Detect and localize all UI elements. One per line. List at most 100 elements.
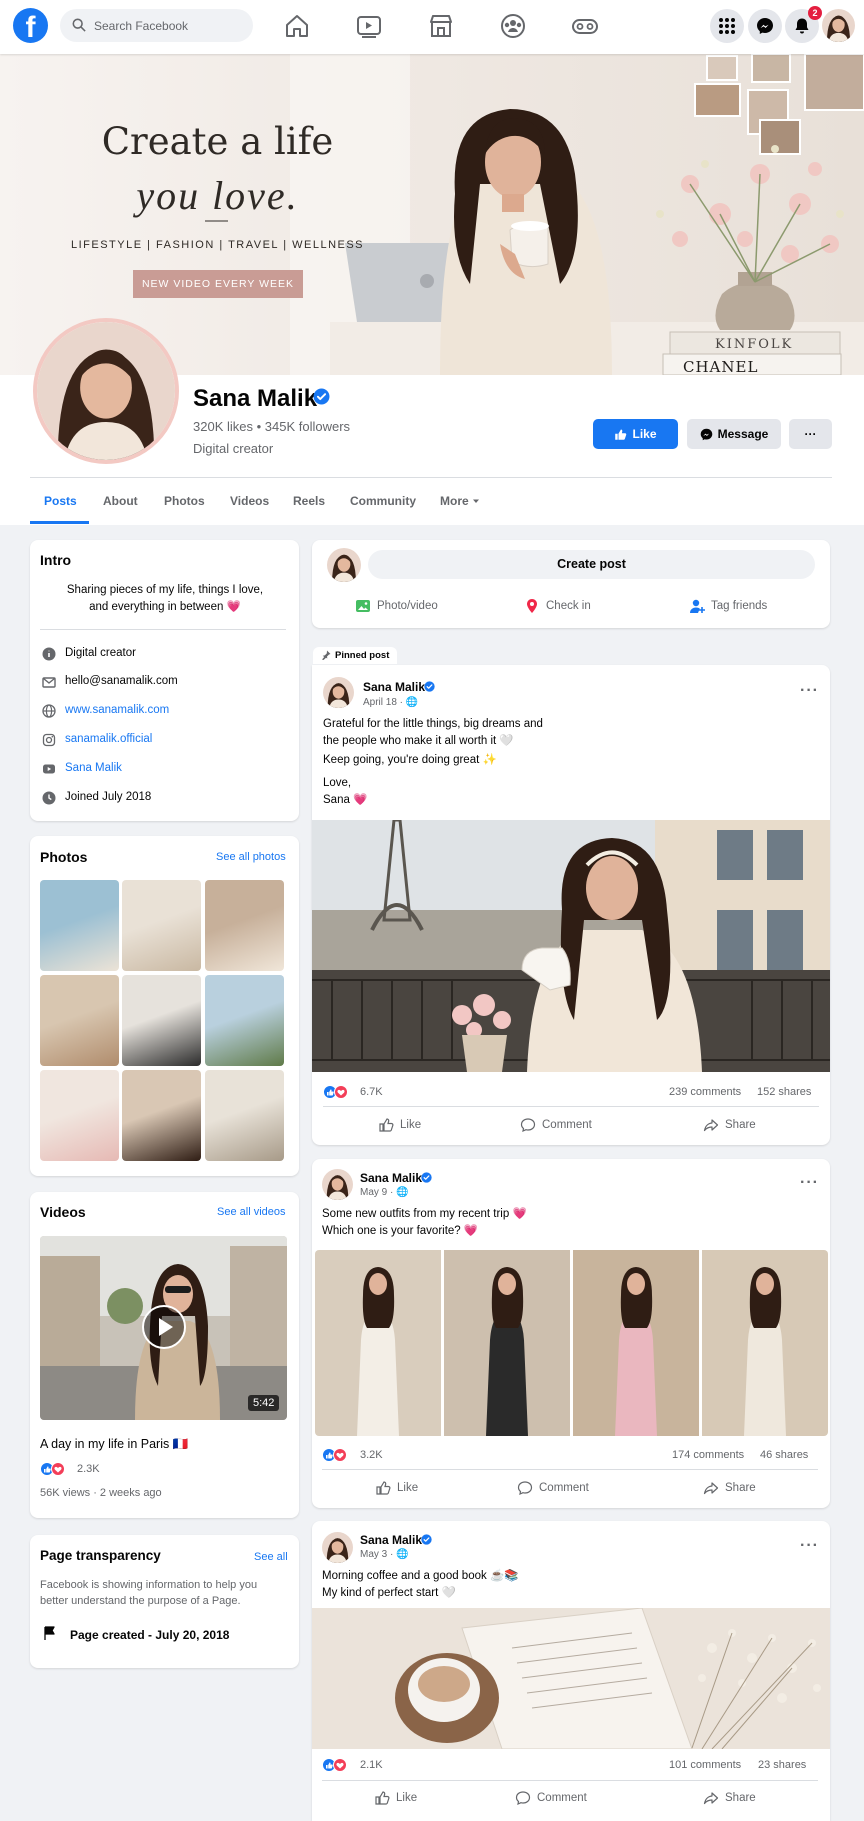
comment-button[interactable]: Comment <box>520 1117 592 1133</box>
intro-instagram-link[interactable]: sanamalik.official <box>42 733 282 749</box>
facebook-logo[interactable]: f <box>13 8 48 43</box>
video-icon[interactable] <box>354 12 384 40</box>
post-image[interactable] <box>312 820 830 1072</box>
post-author-avatar[interactable] <box>322 1532 353 1563</box>
see-all-transparency-link[interactable]: See all <box>254 1551 288 1563</box>
tab-photos[interactable]: Photos <box>164 494 205 508</box>
intro-divider <box>40 629 286 630</box>
marketplace-icon[interactable] <box>426 12 456 40</box>
intro-email[interactable]: hello@sanamalik.com <box>42 675 282 691</box>
share-icon <box>703 1117 719 1133</box>
like-button[interactable]: Like <box>378 1117 421 1133</box>
see-all-photos-link[interactable]: See all photos <box>216 851 286 863</box>
more-options-button[interactable]: ··· <box>789 419 832 449</box>
create-post-button[interactable]: Create post <box>368 550 815 579</box>
book-chanel: CHANEL <box>683 358 758 375</box>
tag-friends-button[interactable]: Tag friends <box>689 598 799 614</box>
verified-badge-icon <box>424 681 435 692</box>
book-kinfolk: KINFOLK <box>715 337 793 352</box>
like-button[interactable]: Like <box>374 1790 417 1806</box>
comment-count[interactable]: 101 comments <box>669 1759 741 1771</box>
reaction-count[interactable]: 2.1K <box>360 1759 383 1771</box>
like-icon <box>374 1790 390 1806</box>
post-author-name[interactable]: Sana Malik <box>363 680 425 694</box>
photo-thumbnail[interactable] <box>122 975 201 1066</box>
notification-badge: 2 <box>808 6 822 20</box>
check-in-button[interactable]: Check in <box>524 598 624 614</box>
gaming-icon[interactable] <box>570 12 600 40</box>
video-caption[interactable]: A day in my life in Paris 🇫🇷 <box>40 1437 188 1452</box>
intro-title: Intro <box>40 552 72 568</box>
reaction-count[interactable]: 6.7K <box>360 1086 383 1098</box>
reaction-count[interactable]: 3.2K <box>360 1449 383 1461</box>
post-author-avatar[interactable] <box>322 1169 353 1200</box>
tab-posts[interactable]: Posts <box>44 494 77 508</box>
groups-icon[interactable] <box>498 12 528 40</box>
photo-thumbnail[interactable] <box>205 975 284 1066</box>
page-stats: 320K likes • 345K followers <box>193 419 351 434</box>
share-button[interactable]: Share <box>703 1117 756 1133</box>
video-thumbnail[interactable]: 5:42 <box>40 1236 287 1420</box>
comment-button[interactable]: Comment <box>515 1790 587 1806</box>
home-icon[interactable] <box>282 12 312 40</box>
photo-thumbnail[interactable] <box>122 880 201 971</box>
post-author-avatar[interactable] <box>323 677 354 708</box>
post-date[interactable]: May 9 · 🌐 <box>360 1187 409 1198</box>
post-options-button[interactable]: ··· <box>800 1174 819 1192</box>
photo-thumbnail[interactable] <box>205 880 284 971</box>
photo-thumbnail[interactable] <box>205 1070 284 1161</box>
see-all-videos-link[interactable]: See all videos <box>217 1206 286 1218</box>
menu-button[interactable] <box>710 9 744 43</box>
post-text: Morning coffee and a good book ☕📚 My kind… <box>322 1570 519 1599</box>
like-page-button[interactable]: Like <box>593 419 678 449</box>
share-button[interactable]: Share <box>703 1790 756 1806</box>
profile-picture[interactable] <box>33 318 179 464</box>
thumbs-up-icon <box>615 429 627 441</box>
photo-thumbnail[interactable] <box>40 880 119 971</box>
post-author-name[interactable]: Sana Malik <box>360 1171 422 1185</box>
comment-count[interactable]: 239 comments <box>669 1086 741 1098</box>
outfit-photo[interactable] <box>444 1250 570 1436</box>
message-button[interactable]: Message <box>687 419 781 449</box>
messenger-icon <box>700 429 712 441</box>
share-button[interactable]: Share <box>703 1480 756 1496</box>
intro-category: Digital creator <box>42 647 282 663</box>
tag-people-icon <box>690 599 705 613</box>
outfit-photo[interactable] <box>315 1250 441 1436</box>
search-input[interactable] <box>94 9 244 42</box>
post-image[interactable] <box>312 1608 830 1749</box>
like-button[interactable]: Like <box>375 1480 418 1496</box>
share-count[interactable]: 23 shares <box>758 1759 806 1771</box>
outfit-photo[interactable] <box>573 1250 699 1436</box>
photo-video-button[interactable]: Photo/video <box>355 598 455 614</box>
post-date[interactable]: April 18 · 🌐 <box>363 697 418 708</box>
clock-icon <box>42 791 56 805</box>
tab-about[interactable]: About <box>103 494 138 508</box>
post-options-button[interactable]: ··· <box>800 1537 819 1555</box>
post-author-name[interactable]: Sana Malik <box>360 1533 422 1547</box>
video-reaction-count[interactable]: 2.3K <box>77 1463 100 1475</box>
coffee-book-photo <box>312 1608 830 1749</box>
play-button[interactable] <box>142 1305 186 1349</box>
comment-button[interactable]: Comment <box>517 1480 589 1496</box>
messenger-button[interactable] <box>748 9 782 43</box>
intro-website-link[interactable]: www.sanamalik.com <box>42 704 282 720</box>
tab-reels[interactable]: Reels <box>293 494 325 508</box>
post-options-button[interactable]: ··· <box>800 682 819 700</box>
photo-thumbnail[interactable] <box>40 975 119 1066</box>
photo-thumbnail[interactable] <box>40 1070 119 1161</box>
account-avatar[interactable] <box>822 9 855 42</box>
tab-more[interactable]: More <box>440 494 480 508</box>
post-text: Grateful for the little things, big drea… <box>323 718 543 806</box>
photo-thumbnail[interactable] <box>122 1070 201 1161</box>
search-box[interactable] <box>60 9 253 42</box>
outfit-photo[interactable] <box>702 1250 828 1436</box>
post-date[interactable]: May 3 · 🌐 <box>360 1549 409 1560</box>
comment-count[interactable]: 174 comments <box>672 1449 744 1461</box>
cover-headline: Create a life <box>101 120 334 163</box>
share-count[interactable]: 46 shares <box>760 1449 808 1461</box>
tab-community[interactable]: Community <box>350 494 416 508</box>
tab-videos[interactable]: Videos <box>230 494 269 508</box>
intro-youtube-link[interactable]: Sana Malik <box>42 762 282 778</box>
share-count[interactable]: 152 shares <box>757 1086 811 1098</box>
